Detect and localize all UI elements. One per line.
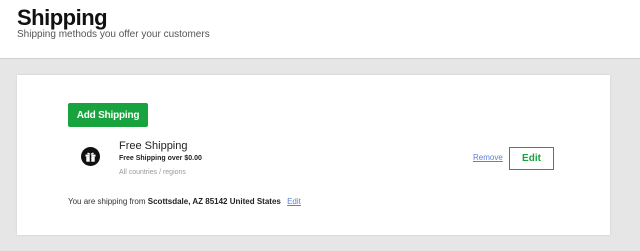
ship-from-address: Scottsdale, AZ 85142 United States [147,197,281,206]
add-shipping-button[interactable]: Add Shipping [68,103,148,127]
remove-link[interactable]: Remove [473,153,503,163]
method-regions: All countries / regions [119,169,186,176]
ship-from-prefix: You are shipping from [68,197,146,206]
method-name: Free Shipping [119,140,188,152]
page-subtitle: Shipping methods you offer your customer… [17,29,210,40]
method-description: Free Shipping over $0.00 [119,155,202,162]
edit-method-button[interactable]: Edit [509,147,554,170]
ship-from-line: You are shipping from Scottsdale, AZ 851… [68,196,301,207]
shipping-card: Add Shipping Free Shipping Free Shipping… [17,75,610,235]
page-header: Shipping Shipping methods you offer your… [0,0,640,59]
gift-icon [81,147,100,166]
ship-from-edit-link[interactable]: Edit [287,197,301,206]
